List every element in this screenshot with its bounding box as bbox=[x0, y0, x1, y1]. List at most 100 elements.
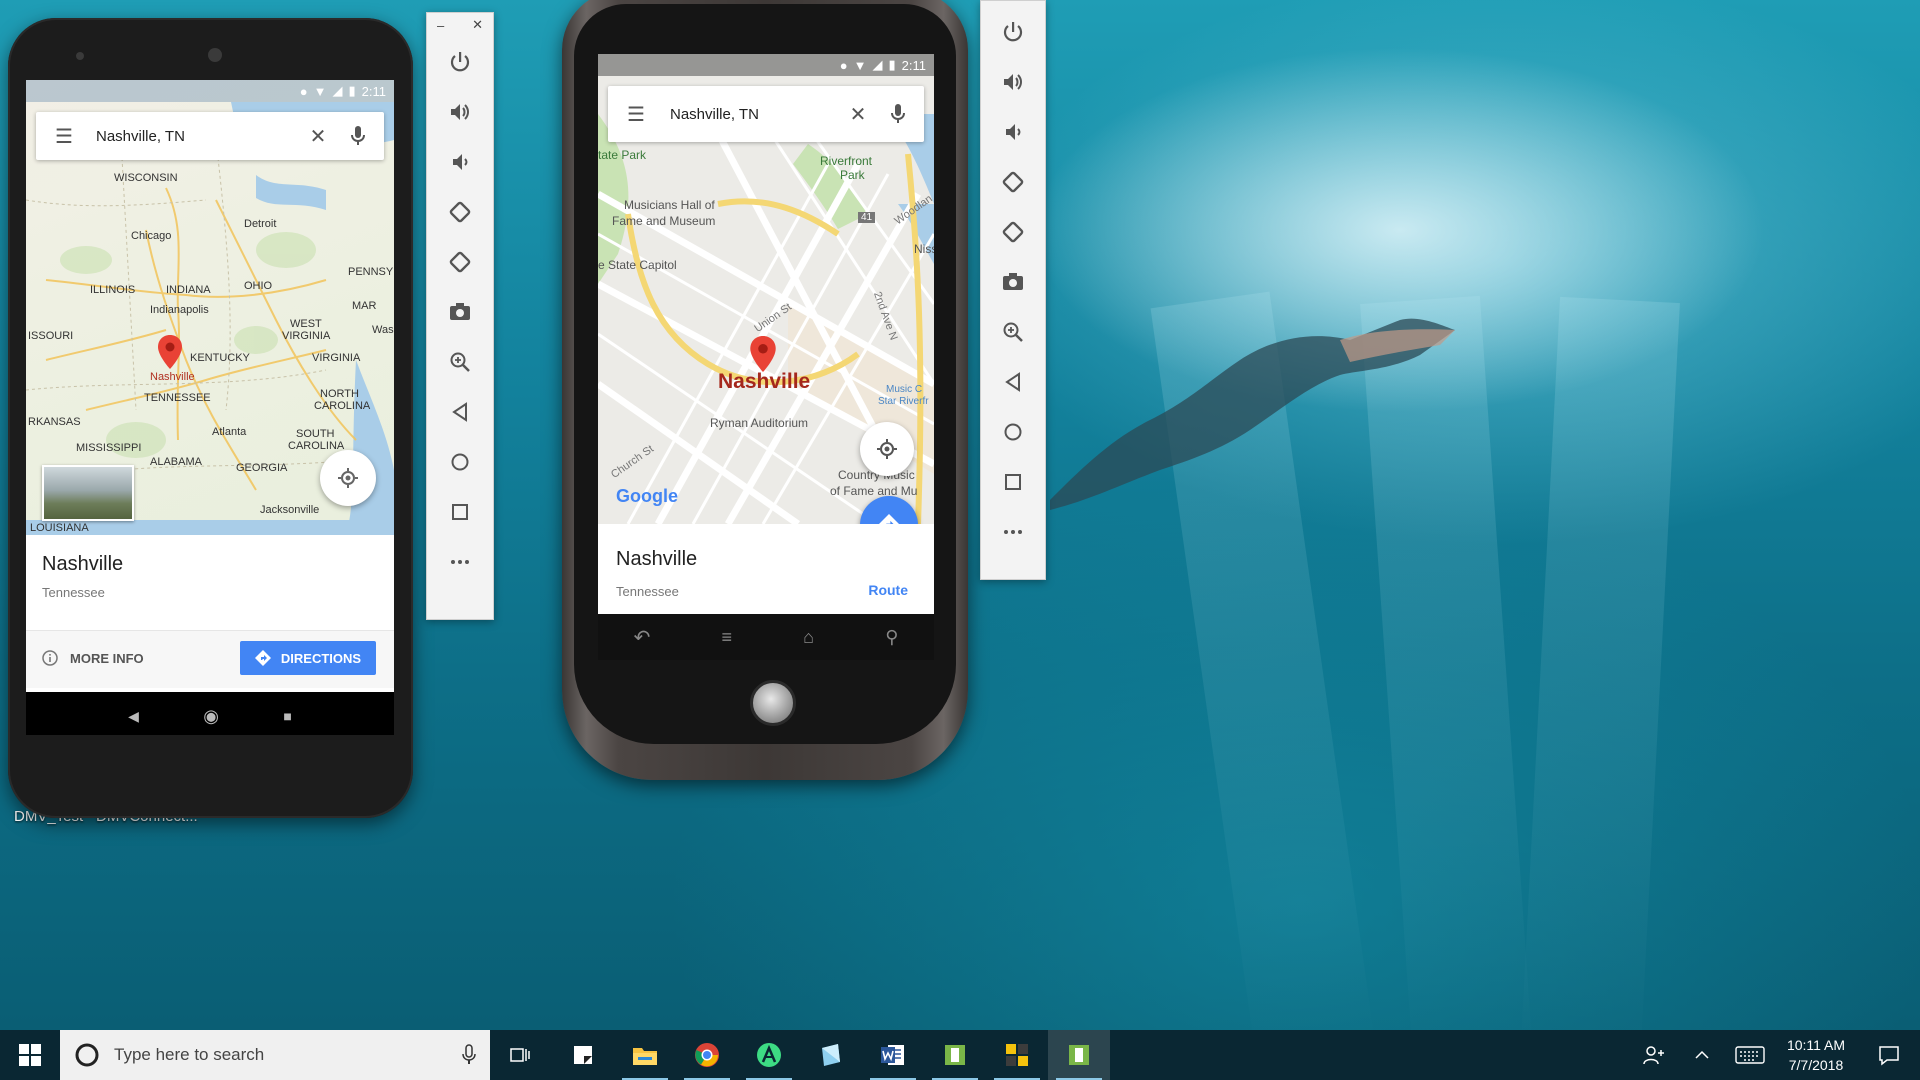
emulator-app-icon-active[interactable] bbox=[1048, 1030, 1110, 1080]
home-icon[interactable]: ◉ bbox=[203, 706, 219, 727]
volume-up-icon[interactable] bbox=[993, 57, 1033, 107]
map-label: INDIANA bbox=[166, 284, 211, 296]
my-location-button[interactable] bbox=[320, 450, 376, 506]
status-time: 2:11 bbox=[361, 83, 386, 99]
power-icon[interactable] bbox=[440, 37, 480, 87]
people-icon[interactable] bbox=[1630, 1030, 1678, 1080]
more-icon[interactable] bbox=[993, 507, 1033, 557]
android-studio-icon[interactable] bbox=[738, 1030, 800, 1080]
rotate-right-icon[interactable] bbox=[993, 207, 1033, 257]
zoom-icon[interactable] bbox=[440, 337, 480, 387]
phone-sensor bbox=[76, 52, 84, 60]
chevron-up-icon[interactable] bbox=[1678, 1030, 1726, 1080]
cortana-icon bbox=[75, 1043, 99, 1067]
search-icon[interactable]: ⚲ bbox=[885, 627, 898, 648]
puzzle-app-icon[interactable] bbox=[986, 1030, 1048, 1080]
microphone-icon[interactable] bbox=[338, 116, 378, 156]
phone-1-screen: WISCONSIN Chicago Detroit ILLINOIS INDIA… bbox=[26, 80, 394, 735]
start-button[interactable] bbox=[0, 1030, 60, 1080]
back-icon[interactable] bbox=[440, 387, 480, 437]
notifications-icon[interactable] bbox=[1858, 1030, 1920, 1080]
my-location-button[interactable] bbox=[860, 422, 914, 476]
more-info-button[interactable]: MORE INFO bbox=[42, 650, 144, 666]
diver-image bbox=[1050, 318, 1455, 510]
map-pin-icon[interactable] bbox=[158, 335, 182, 369]
map-label: Riverfront bbox=[820, 154, 873, 168]
map-label: Niss bbox=[914, 242, 934, 256]
phone-2-softkeys: ↶ ≡ ⌂ ⚲ bbox=[598, 614, 934, 660]
file-explorer-icon[interactable] bbox=[614, 1030, 676, 1080]
map-label-nashville: Nashville bbox=[150, 371, 195, 383]
paint-3d-icon[interactable] bbox=[800, 1030, 862, 1080]
sticky-notes-icon[interactable] bbox=[552, 1030, 614, 1080]
search-input[interactable]: Nashville, TN bbox=[656, 106, 838, 123]
map-label: Detroit bbox=[244, 218, 277, 230]
rotate-left-icon[interactable] bbox=[993, 157, 1033, 207]
menu-icon[interactable]: ☰ bbox=[616, 94, 656, 134]
home-icon[interactable] bbox=[993, 407, 1033, 457]
clear-icon[interactable]: ✕ bbox=[298, 116, 338, 156]
map-label: Park bbox=[840, 168, 865, 182]
overview-icon[interactable] bbox=[440, 487, 480, 537]
map-label: Jacksonville bbox=[260, 504, 320, 516]
volume-down-icon[interactable] bbox=[440, 137, 480, 187]
directions-icon bbox=[254, 650, 271, 666]
map-label: CAROLINA bbox=[288, 440, 345, 452]
phone-2-screen: tate Park Riverfront Park Musicians Hall… bbox=[598, 54, 934, 614]
word-icon[interactable] bbox=[862, 1030, 924, 1080]
map-label: WEST bbox=[290, 318, 322, 330]
chrome-icon[interactable] bbox=[676, 1030, 738, 1080]
back-icon[interactable]: ◀ bbox=[128, 708, 139, 725]
overview-icon[interactable] bbox=[993, 457, 1033, 507]
back-icon[interactable] bbox=[993, 357, 1033, 407]
map-label: of Fame and Mu bbox=[830, 484, 918, 498]
menu-icon[interactable]: ≡ bbox=[722, 627, 733, 648]
trackball-button[interactable] bbox=[750, 680, 796, 726]
rotate-left-icon[interactable] bbox=[440, 187, 480, 237]
close-icon[interactable]: ✕ bbox=[472, 17, 483, 33]
rotate-right-icon[interactable] bbox=[440, 237, 480, 287]
volume-down-icon[interactable] bbox=[993, 107, 1033, 157]
keyboard-icon[interactable] bbox=[1726, 1030, 1774, 1080]
map-label: ALABAMA bbox=[150, 456, 202, 468]
volume-up-icon[interactable] bbox=[440, 87, 480, 137]
clear-icon[interactable]: ✕ bbox=[838, 94, 878, 134]
back-icon[interactable]: ↶ bbox=[634, 625, 651, 650]
place-subtitle: Tennessee bbox=[616, 584, 679, 599]
minimize-icon[interactable]: – bbox=[437, 18, 444, 33]
search-box[interactable]: ☰ Nashville, TN ✕ bbox=[36, 112, 384, 160]
windows-taskbar: Type here to search 10:11 AM 7/7/2018 bbox=[0, 1030, 1920, 1080]
map-pin-icon[interactable] bbox=[750, 336, 776, 372]
emulator-app-icon[interactable] bbox=[924, 1030, 986, 1080]
map-label: Musicians Hall of bbox=[624, 198, 715, 212]
search-input[interactable]: Nashville, TN bbox=[84, 128, 298, 145]
map-label: e State Capitol bbox=[598, 258, 677, 272]
route-button[interactable]: Route bbox=[868, 582, 908, 598]
street-view-thumbnail[interactable] bbox=[42, 465, 134, 521]
task-view-icon[interactable] bbox=[490, 1030, 552, 1080]
phone-camera bbox=[208, 48, 222, 62]
menu-icon[interactable]: ☰ bbox=[44, 116, 84, 156]
camera-icon[interactable] bbox=[440, 287, 480, 337]
home-icon[interactable]: ⌂ bbox=[803, 627, 814, 648]
map-label: MISSISSIPPI bbox=[76, 442, 142, 454]
place-sheet[interactable]: Nashville Tennessee Route bbox=[598, 524, 934, 614]
more-icon[interactable] bbox=[440, 537, 480, 587]
taskbar-search-placeholder: Type here to search bbox=[114, 1045, 265, 1064]
wifi-icon: ▼ bbox=[313, 83, 327, 99]
search-box[interactable]: ☰ Nashville, TN ✕ bbox=[608, 86, 924, 142]
microphone-icon[interactable] bbox=[878, 94, 918, 134]
status-bar: ● ▼ ◢ ▮ 2:11 bbox=[26, 80, 394, 102]
zoom-icon[interactable] bbox=[993, 307, 1033, 357]
power-icon[interactable] bbox=[993, 7, 1033, 57]
recents-icon[interactable]: ■ bbox=[283, 708, 291, 724]
camera-icon[interactable] bbox=[993, 257, 1033, 307]
taskbar-clock[interactable]: 10:11 AM 7/7/2018 bbox=[1774, 1035, 1858, 1075]
microphone-icon[interactable] bbox=[462, 1044, 476, 1066]
toolbar-window-controls: – ✕ bbox=[427, 13, 493, 37]
map-label-nashville: Nashville bbox=[718, 370, 811, 393]
crosshair-icon bbox=[338, 468, 358, 488]
taskbar-search-box[interactable]: Type here to search bbox=[60, 1030, 490, 1080]
directions-button[interactable]: DIRECTIONS bbox=[240, 641, 376, 675]
home-icon[interactable] bbox=[440, 437, 480, 487]
